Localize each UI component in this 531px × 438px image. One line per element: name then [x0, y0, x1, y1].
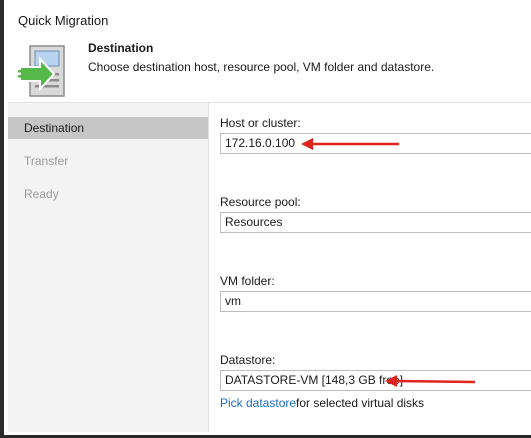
red-annotation-arrow-datastore: [385, 375, 476, 387]
destination-form: Host or cluster: 172.16.0.100 Resource p…: [209, 103, 531, 432]
datastore-label: Datastore:: [220, 353, 276, 367]
server-migration-icon: [18, 45, 65, 97]
step-transfer[interactable]: Transfer: [8, 150, 208, 172]
red-annotation-arrow-host: [301, 138, 399, 150]
window-title: Quick Migration: [18, 13, 109, 28]
header-subtitle: Choose destination host, resource pool, …: [88, 60, 435, 74]
wizard-steps-sidebar: Destination Transfer Ready: [8, 103, 209, 432]
title-bar: Quick Migration: [8, 0, 531, 38]
vm-folder-field[interactable]: vm: [220, 291, 531, 312]
header-title: Destination: [88, 41, 154, 55]
wizard-header: Destination Choose destination host, res…: [8, 38, 531, 103]
pick-datastore-suffix: for selected virtual disks: [296, 396, 425, 410]
step-ready[interactable]: Ready: [8, 183, 208, 205]
host-label: Host or cluster:: [220, 116, 301, 130]
quick-migration-window: Quick Migration Destination Choose desti…: [0, 0, 531, 438]
vm-folder-label: VM folder:: [220, 274, 275, 288]
datastore-field[interactable]: DATASTORE-VM [148,3 GB free]: [220, 370, 531, 391]
step-destination[interactable]: Destination: [8, 117, 208, 139]
resource-pool-field[interactable]: Resources: [220, 212, 531, 233]
pick-datastore-link[interactable]: Pick datastore: [220, 396, 296, 410]
resource-pool-label: Resource pool:: [220, 195, 301, 209]
